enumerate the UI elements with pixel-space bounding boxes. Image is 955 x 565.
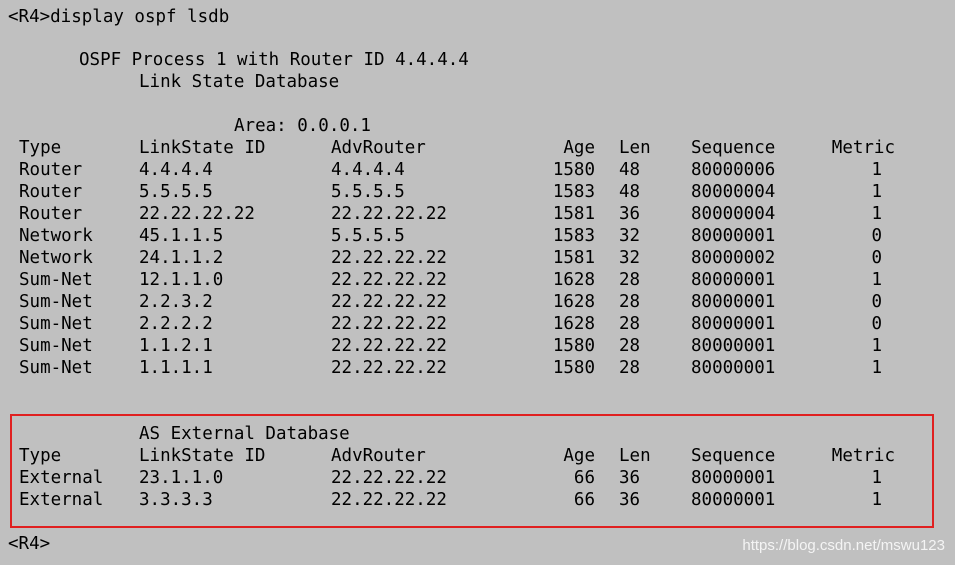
lsdb-cell: Sum-Net <box>19 314 93 334</box>
lsdb-cell: 48 <box>619 182 641 202</box>
lsdb-cell: 28 <box>619 358 641 378</box>
external-header-cell: Metric <box>831 446 895 466</box>
lsdb-cell: 28 <box>619 314 641 334</box>
external-cell: External <box>19 490 104 510</box>
lsdb-cell: 5.5.5.5 <box>139 182 213 202</box>
lsdb-cell: 4.4.4.4 <box>139 160 213 180</box>
lsdb-cell: 1580 <box>552 336 595 356</box>
external-cell: 36 <box>619 468 641 488</box>
external-header-cell: Age <box>563 446 595 466</box>
external-header-cell: LinkState ID <box>139 446 266 466</box>
lsdb-cell: Sum-Net <box>19 270 93 290</box>
lsdb-cell: Router <box>19 182 83 202</box>
lsdb-cell: 1628 <box>552 270 595 290</box>
lsdb-cell: 1580 <box>552 160 595 180</box>
external-cell: 23.1.1.0 <box>139 468 224 488</box>
lsdb-title: Link State Database <box>139 72 340 92</box>
lsdb-cell: 28 <box>619 336 641 356</box>
lsdb-cell: 1628 <box>552 314 595 334</box>
watermark: https://blog.csdn.net/mswu123 <box>742 537 945 554</box>
external-cell: 66 <box>573 490 595 510</box>
lsdb-cell: Sum-Net <box>19 292 93 312</box>
lsdb-cell: 28 <box>619 292 641 312</box>
lsdb-cell: 0 <box>871 314 882 334</box>
lsdb-cell: 0 <box>871 292 882 312</box>
lsdb-cell: Router <box>19 160 83 180</box>
lsdb-header-cell: Metric <box>831 138 895 158</box>
lsdb-cell: Sum-Net <box>19 358 93 378</box>
lsdb-cell: Router <box>19 204 83 224</box>
lsdb-cell: 1 <box>871 204 882 224</box>
lsdb-cell: 1 <box>871 160 882 180</box>
prompt-line[interactable]: <R4> <box>8 533 50 555</box>
lsdb-header-cell: Len <box>619 138 651 158</box>
lsdb-cell: 0 <box>871 248 882 268</box>
external-title: AS External Database <box>139 424 350 444</box>
lsdb-cell: 1 <box>871 336 882 356</box>
external-cell: 66 <box>573 468 595 488</box>
lsdb-cell: 24.1.1.2 <box>139 248 224 268</box>
external-cell: 1 <box>871 490 882 510</box>
lsdb-cell: 2.2.2.2 <box>139 314 213 334</box>
lsdb-cell: 4.4.4.4 <box>331 160 405 180</box>
lsdb-cell: 48 <box>619 160 641 180</box>
lsdb-header-cell: LinkState ID <box>139 138 266 158</box>
lsdb-cell: 22.22.22.22 <box>139 204 255 224</box>
external-cell: 3.3.3.3 <box>139 490 213 510</box>
lsdb-cell: 5.5.5.5 <box>331 226 405 246</box>
external-header-cell: Type <box>19 446 62 466</box>
lsdb-cell: 1581 <box>552 248 595 268</box>
lsdb-cell: 1581 <box>552 204 595 224</box>
lsdb-cell: Sum-Net <box>19 336 93 356</box>
lsdb-cell: 1 <box>871 358 882 378</box>
lsdb-header-cell: Type <box>19 138 62 158</box>
lsdb-cell: 0 <box>871 226 882 246</box>
lsdb-cell: 5.5.5.5 <box>331 182 405 202</box>
process-line: OSPF Process 1 with Router ID 4.4.4.4 <box>79 50 469 70</box>
lsdb-cell: 28 <box>619 270 641 290</box>
lsdb-cell: Network <box>19 226 93 246</box>
lsdb-cell: 1583 <box>552 182 595 202</box>
lsdb-cell: 2.2.3.2 <box>139 292 213 312</box>
area-line: Area: 0.0.0.1 <box>234 116 371 136</box>
lsdb-cell: 1628 <box>552 292 595 312</box>
lsdb-cell: 1583 <box>552 226 595 246</box>
lsdb-cell: 12.1.1.0 <box>139 270 224 290</box>
lsdb-cell: 1580 <box>552 358 595 378</box>
lsdb-cell: Network <box>19 248 93 268</box>
lsdb-header-cell: Age <box>563 138 595 158</box>
external-cell: External <box>19 468 104 488</box>
lsdb-cell: 1.1.2.1 <box>139 336 213 356</box>
lsdb-cell: 1.1.1.1 <box>139 358 213 378</box>
command-line: <R4>display ospf lsdb <box>8 7 230 27</box>
terminal-window[interactable]: <R4>display ospf lsdb OSPF Process 1 wit… <box>0 0 955 565</box>
external-cell: 1 <box>871 468 882 488</box>
lsdb-cell: 1 <box>871 182 882 202</box>
external-cell: 36 <box>619 490 641 510</box>
lsdb-cell: 45.1.1.5 <box>139 226 224 246</box>
lsdb-cell: 1 <box>871 270 882 290</box>
lsdb-cell: 36 <box>619 204 641 224</box>
lsdb-cell: 32 <box>619 226 641 246</box>
external-header-cell: Len <box>619 446 651 466</box>
lsdb-cell: 32 <box>619 248 641 268</box>
